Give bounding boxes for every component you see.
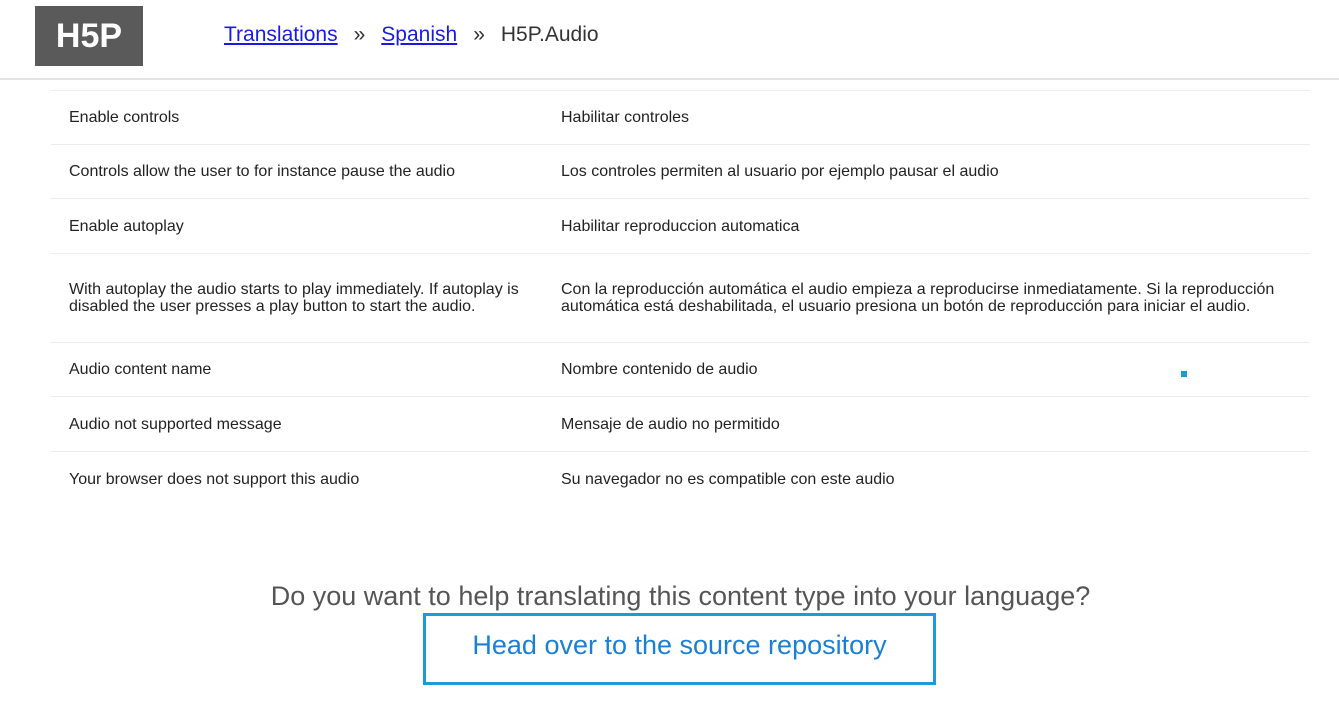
source-string: Your browser does not support this audio — [69, 470, 360, 488]
breadcrumb-separator: » — [353, 23, 366, 46]
table-row: Audio not supported message Mensaje de a… — [51, 397, 1310, 452]
table-row: Your browser does not support this audio… — [51, 452, 1310, 506]
translation-table: Enable controls Habilitar controles Cont… — [51, 90, 1310, 506]
translated-string: Su navegador no es compatible con este a… — [561, 470, 895, 488]
breadcrumb-link-translations[interactable]: Translations — [224, 23, 338, 46]
table-row: Audio content name Nombre contenido de a… — [51, 343, 1310, 397]
translated-string: Nombre contenido de audio — [561, 361, 758, 378]
focus-marker — [1181, 371, 1187, 377]
table-row: Controls allow the user to for instance … — [51, 145, 1310, 199]
table-row: Enable controls Habilitar controles — [51, 91, 1310, 145]
source-repository-button[interactable]: Head over to the source repository — [423, 613, 936, 685]
table-row: Enable autoplay Habilitar reproduccion a… — [51, 199, 1310, 254]
site-header: H5P Translations » Spanish » H5P.Audio — [0, 0, 1339, 80]
logo-text: H5P — [56, 17, 122, 55]
translated-string: Habilitar controles — [561, 109, 690, 126]
translated-string: Habilitar reproduccion automatica — [561, 217, 800, 235]
h5p-logo[interactable]: H5P — [35, 6, 143, 66]
source-string: Audio content name — [69, 361, 212, 378]
translated-string: Mensaje de audio no permitido — [561, 415, 780, 433]
h5p-logo-icon: H5P — [56, 17, 122, 55]
translated-string: Los controles permiten al usuario por ej… — [561, 163, 999, 180]
source-string: Controls allow the user to for instance … — [69, 163, 456, 180]
source-repository-link-label: Head over to the source repository — [472, 629, 887, 660]
table-row: With autoplay the audio starts to play i… — [51, 254, 1310, 343]
breadcrumb-current: H5P.Audio — [500, 23, 599, 46]
source-string: Enable autoplay — [69, 217, 184, 235]
breadcrumb-separator: » — [473, 23, 485, 46]
source-string: With autoplay the audio starts to play i… — [69, 281, 519, 315]
source-string: Audio not supported message — [69, 415, 282, 433]
source-string: Enable controls — [69, 109, 180, 126]
translated-string: Con la reproducción automática el audio … — [561, 281, 1275, 315]
breadcrumb-link-spanish[interactable]: Spanish — [381, 23, 457, 46]
breadcrumb: Translations » Spanish » H5P.Audio — [224, 23, 599, 47]
help-translate-question: Do you want to help translating this con… — [270, 581, 1091, 611]
